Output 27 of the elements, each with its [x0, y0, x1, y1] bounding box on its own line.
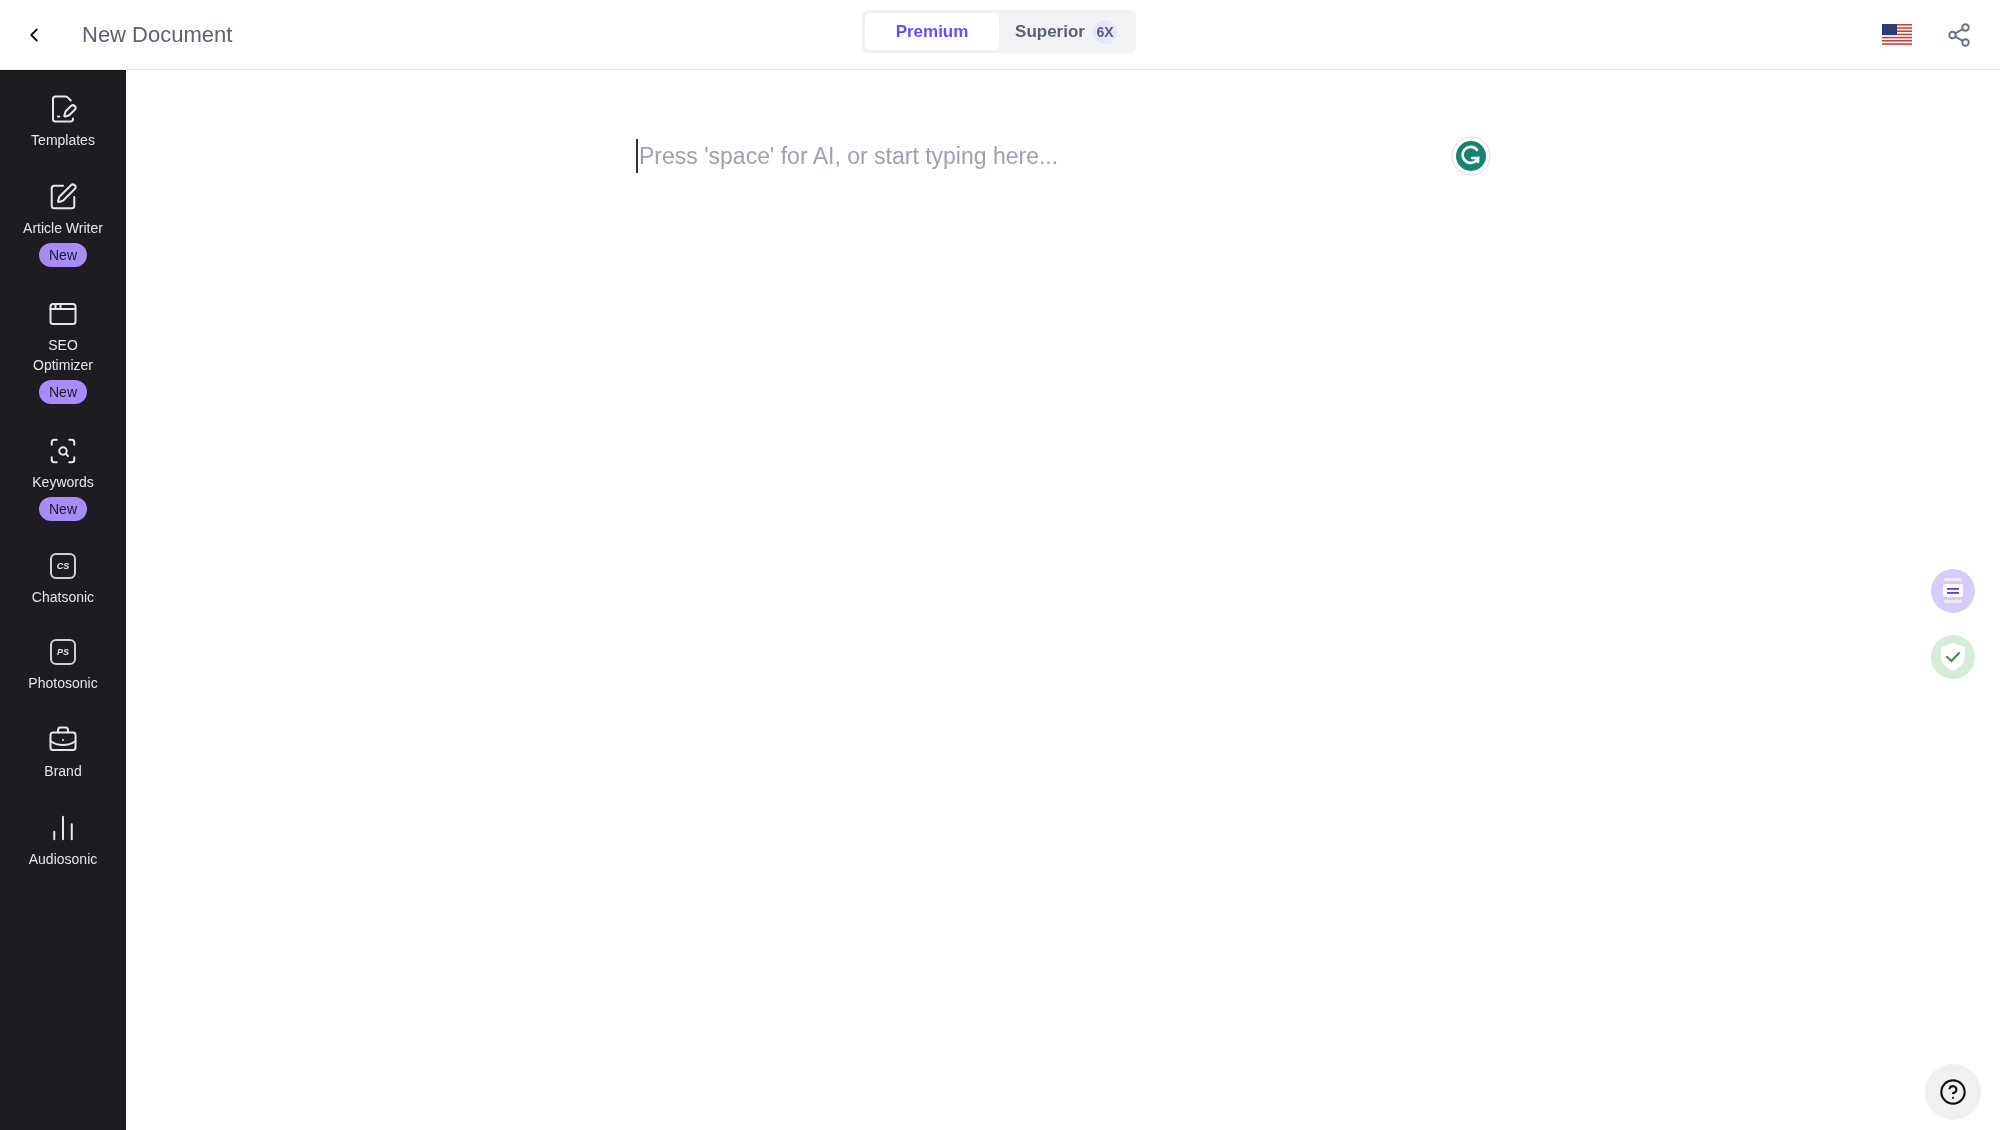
sidebar-item[interactable]: Templates [0, 94, 126, 150]
new-badge: New [39, 243, 87, 267]
plan-tab[interactable]: Premium [865, 13, 999, 50]
sidebar-item[interactable]: Brand [0, 725, 126, 781]
sidebar-item[interactable]: CS Chatsonic [0, 553, 126, 607]
sidebar-item[interactable]: SEO Optimizer [0, 299, 126, 375]
app-icon: PS [50, 639, 76, 665]
sidebar-icon [48, 182, 78, 212]
document-title: New Document [82, 21, 233, 49]
share-icon[interactable] [1946, 21, 1972, 48]
sidebar-item[interactable]: Audiosonic [0, 813, 126, 869]
outline-button[interactable] [1931, 569, 1975, 613]
shield-check-button[interactable] [1931, 635, 1975, 679]
sidebar-item[interactable]: PS Photosonic [0, 639, 126, 693]
list-icon [1942, 578, 1964, 604]
help-icon [1939, 1078, 1967, 1106]
help-button[interactable] [1925, 1064, 1981, 1120]
app-icon: CS [50, 553, 76, 579]
shield-check-icon [1939, 642, 1967, 672]
us-flag-icon[interactable] [1882, 23, 1912, 46]
editor-input[interactable]: Press 'space' for AI, or start typing here... [636, 138, 1451, 174]
new-badge: New [39, 380, 87, 404]
sidebar-item[interactable]: Article Writer [0, 182, 126, 238]
new-badge: New [39, 497, 87, 521]
sidebar-icon [48, 436, 78, 466]
plan-tab[interactable]: Superior 6X [999, 13, 1133, 50]
sidebar-item[interactable]: Keywords [0, 436, 126, 492]
